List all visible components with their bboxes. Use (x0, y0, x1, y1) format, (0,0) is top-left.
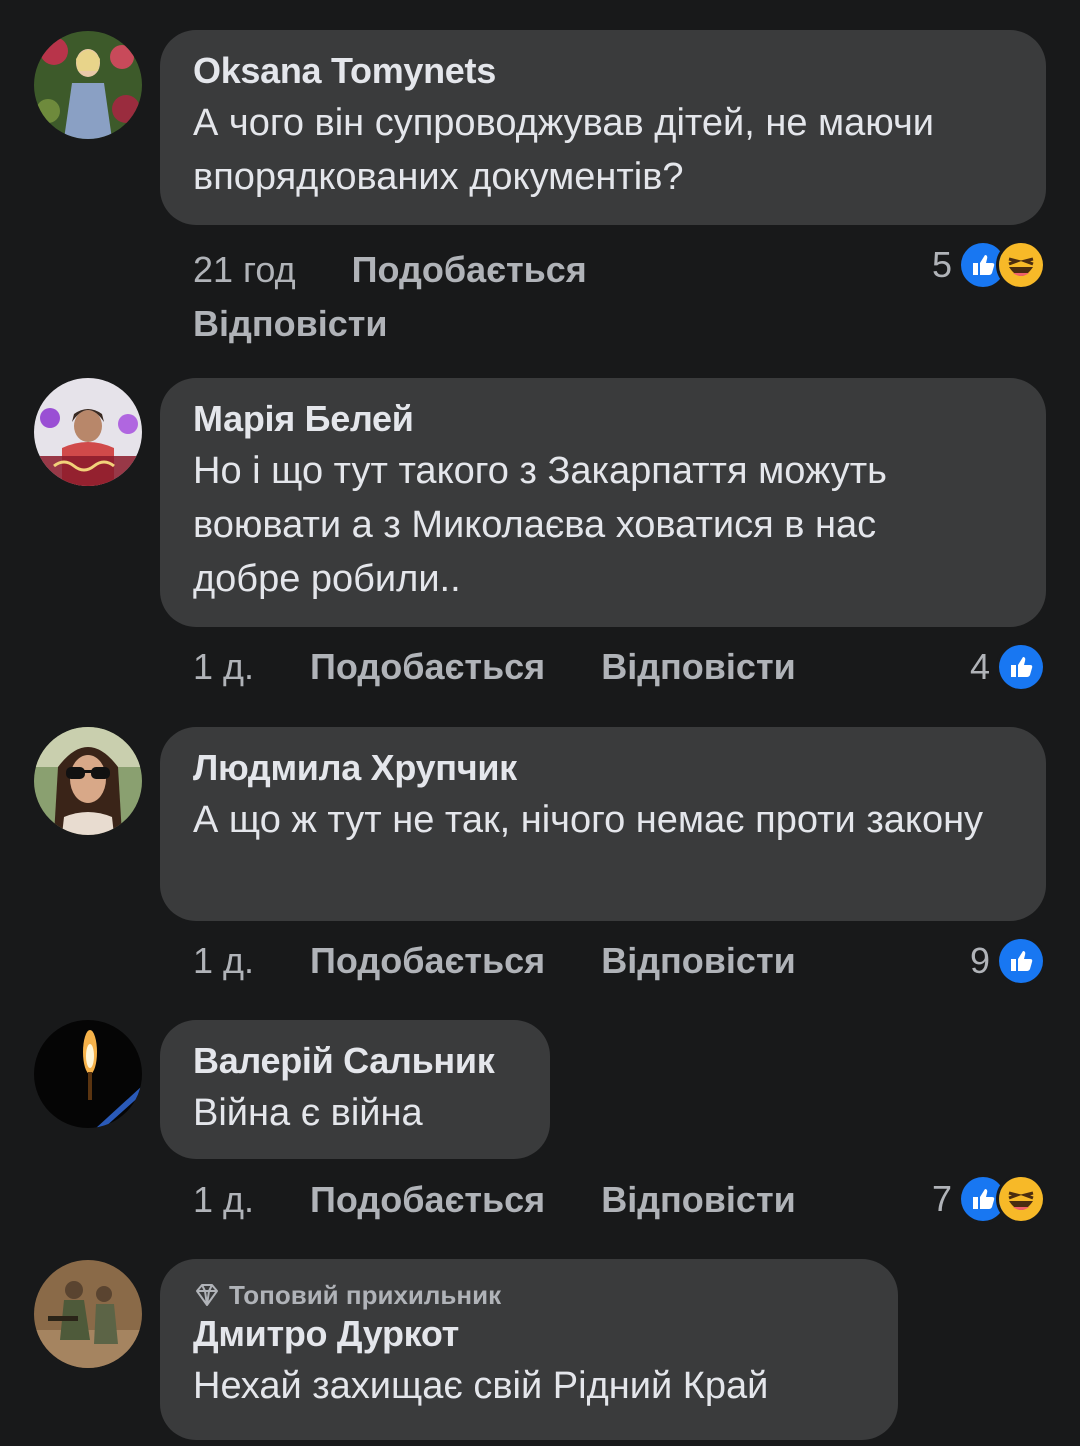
comment-actions: 1 д. Подобається Відповісти (193, 640, 1046, 694)
top-fan-badge: Топовий прихильник (193, 1279, 866, 1311)
like-button[interactable]: Подобається (310, 640, 545, 694)
like-button[interactable]: Подобається (310, 1173, 545, 1227)
comment-text: А чого він супроводжував дітей, не маючи… (193, 102, 934, 198)
comment-text: Війна є війна (193, 1092, 423, 1134)
reply-button[interactable]: Відповісти (193, 303, 388, 344)
comment-actions: 1 д. Подобається Відповісти (193, 1173, 1046, 1227)
comment-bubble: Oksana Tomynets А чого він супроводжував… (160, 30, 1046, 225)
like-button[interactable]: Подобається (352, 243, 587, 297)
haha-icon (996, 1174, 1046, 1224)
reaction-summary[interactable]: 5 (932, 240, 1046, 290)
comment-time[interactable]: 1 д. (193, 934, 254, 988)
reaction-count: 4 (969, 646, 990, 687)
comments-feed: Oksana Tomynets А чого він супроводжував… (0, 0, 1080, 1446)
avatar[interactable] (34, 378, 142, 486)
comment-author[interactable]: Дмитро Дуркот (193, 1313, 866, 1355)
avatar[interactable] (34, 1260, 142, 1368)
comment-time[interactable]: 21 год (193, 243, 296, 297)
reaction-summary[interactable]: 4 (970, 642, 1046, 692)
comment-bubble: Людмила Хрупчик А що ж тут не так, нічог… (160, 727, 1046, 921)
haha-icon (996, 240, 1046, 290)
reaction-count: 5 (931, 244, 952, 285)
comment-time[interactable]: 1 д. (193, 640, 254, 694)
comment-author[interactable]: Марія Белей (193, 398, 1014, 440)
avatar[interactable] (34, 31, 142, 139)
reply-button[interactable]: Відповісти (601, 1173, 796, 1227)
like-icon (996, 936, 1046, 986)
avatar[interactable] (34, 727, 142, 835)
like-icon (996, 642, 1046, 692)
comment-author[interactable]: Валерій Сальник (193, 1040, 518, 1082)
like-button[interactable]: Подобається (310, 934, 545, 988)
avatar[interactable] (34, 1020, 142, 1128)
comment-actions: 1 д. Подобається Відповісти (193, 934, 1046, 988)
comment-actions: 21 год Подобається Відповісти (193, 243, 1046, 351)
reaction-summary[interactable]: 7 (932, 1174, 1046, 1224)
comment-bubble: Марія Белей Но і що тут такого з Закарпа… (160, 378, 1046, 627)
reaction-count: 9 (969, 940, 990, 981)
comment-text: Но і що тут такого з Закарпаття можуть в… (193, 450, 887, 600)
comment-author[interactable]: Oksana Tomynets (193, 50, 1014, 92)
comment-text: Нехай захищає свій Рідний Край (193, 1365, 769, 1407)
reply-button[interactable]: Відповісти (601, 640, 796, 694)
reaction-summary[interactable]: 9 (970, 936, 1046, 986)
badge-label: Топовий прихильник (229, 1280, 502, 1310)
comment-author[interactable]: Людмила Хрупчик (193, 747, 1014, 789)
comment-text: А що ж тут не так, нічого немає проти за… (193, 799, 984, 841)
comment-bubble: Валерій Сальник Війна є війна (160, 1020, 550, 1159)
diamond-icon (196, 1284, 218, 1306)
comment-bubble: Топовий прихильник Дмитро Дуркот Нехай з… (160, 1259, 898, 1440)
reaction-count: 7 (931, 1178, 952, 1219)
reply-button[interactable]: Відповісти (601, 934, 796, 988)
comment-time[interactable]: 1 д. (193, 1173, 254, 1227)
